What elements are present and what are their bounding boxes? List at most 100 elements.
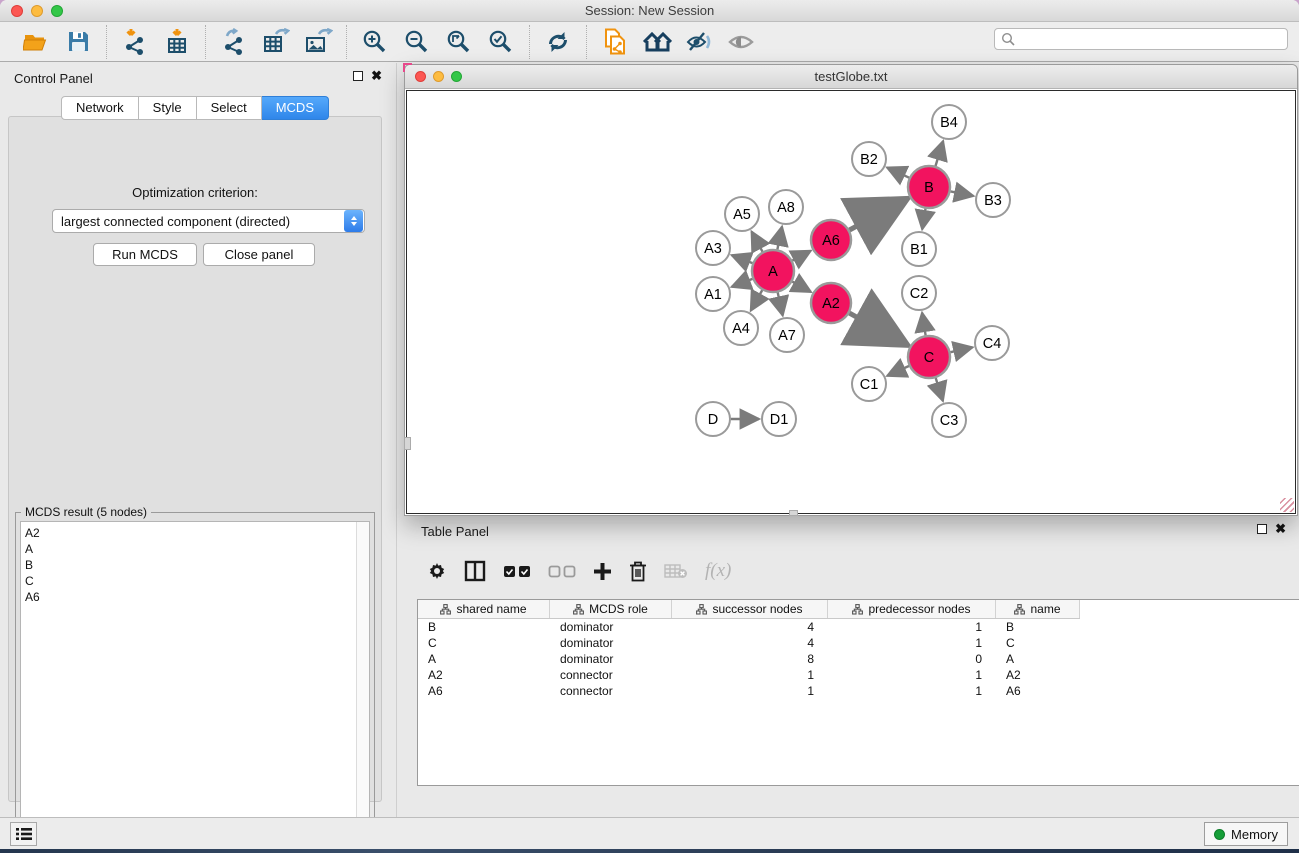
table-row[interactable]: Cdominator41C [418, 635, 1299, 651]
edge-A-A6[interactable] [792, 251, 810, 261]
table-row[interactable]: A2connector11A2 [418, 667, 1299, 683]
edge-C-C4[interactable] [951, 347, 973, 352]
table-row[interactable]: Adominator80A [418, 651, 1299, 667]
network-node-B3[interactable]: B3 [976, 183, 1010, 217]
edge-B-B2[interactable] [887, 168, 909, 178]
node-table[interactable]: shared nameMCDS rolesuccessor nodesprede… [417, 599, 1299, 786]
canvas-vscroll-thumb[interactable] [404, 437, 411, 450]
network-node-C3[interactable]: C3 [932, 403, 966, 437]
column-header-name[interactable]: name [996, 600, 1080, 618]
network-node-A1[interactable]: A1 [696, 277, 730, 311]
search-input[interactable] [1015, 32, 1287, 46]
search-box[interactable] [994, 28, 1288, 50]
column-header-successor-nodes[interactable]: successor nodes [672, 600, 828, 618]
network-node-C[interactable]: C [908, 336, 950, 378]
zoom-in-icon[interactable] [359, 27, 391, 57]
edge-A-A8[interactable] [777, 227, 782, 250]
show-columns-icon[interactable] [464, 560, 486, 582]
export-image-icon[interactable] [302, 27, 334, 57]
network-window-titlebar[interactable]: testGlobe.txt [405, 65, 1297, 89]
close-panel-button[interactable]: Close panel [203, 243, 315, 266]
hide-eye-icon[interactable] [683, 27, 715, 57]
canvas-hscroll-thumb[interactable] [789, 510, 798, 516]
edge-A6-B[interactable] [850, 199, 908, 230]
network-node-A7[interactable]: A7 [770, 318, 804, 352]
edge-A-A5[interactable] [752, 232, 763, 252]
mcds-result-item[interactable]: A [25, 541, 356, 557]
close-panel-icon[interactable]: ✖ [371, 70, 382, 81]
column-header-predecessor-nodes[interactable]: predecessor nodes [828, 600, 996, 618]
criterion-dropdown[interactable]: largest connected component (directed) [52, 209, 365, 233]
select-all-icon[interactable] [503, 565, 531, 578]
tab-select[interactable]: Select [197, 96, 262, 120]
network-node-B1[interactable]: B1 [902, 232, 936, 266]
home-icon[interactable] [641, 27, 673, 57]
deselect-all-icon[interactable] [548, 565, 576, 578]
window-resize-grip[interactable] [1280, 498, 1294, 512]
edge-A-A4[interactable] [751, 290, 762, 310]
panel-splitter[interactable] [396, 63, 397, 817]
export-table-icon[interactable] [260, 27, 292, 57]
apply-layout-icon[interactable] [542, 27, 574, 57]
network-canvas[interactable]: B4 B2 B B3 A5 A8A6 A3 B1 A A1 C2 A2 A4 A7 C C4 C1 D D1 C3 [406, 90, 1296, 514]
network-files-icon[interactable] [599, 27, 631, 57]
network-node-A3[interactable]: A3 [696, 231, 730, 265]
mcds-result-item[interactable]: B [25, 557, 356, 573]
network-node-A8[interactable]: A8 [769, 190, 803, 224]
network-node-D1[interactable]: D1 [762, 402, 796, 436]
edge-B-B3[interactable] [951, 191, 974, 196]
edge-C-C3[interactable] [936, 378, 943, 401]
save-session-icon[interactable] [62, 27, 94, 57]
table-settings-icon[interactable] [427, 561, 447, 581]
network-node-A[interactable]: A [752, 250, 794, 292]
delete-column-icon[interactable] [629, 561, 647, 582]
edge-B-B1[interactable] [922, 209, 925, 230]
network-node-B[interactable]: B [908, 166, 950, 208]
edge-A-A7[interactable] [778, 293, 783, 316]
tab-style[interactable]: Style [139, 96, 197, 120]
mcds-result-item[interactable]: A6 [25, 589, 356, 605]
result-list-scrollbar[interactable] [356, 522, 369, 846]
close-table-panel-icon[interactable]: ✖ [1275, 523, 1286, 534]
float-table-panel-icon[interactable] [1257, 524, 1267, 534]
delete-table-icon[interactable] [664, 563, 688, 579]
memory-button[interactable]: Memory [1204, 822, 1288, 846]
network-node-A2[interactable]: A2 [811, 283, 851, 323]
task-history-button[interactable] [10, 822, 37, 846]
network-node-A4[interactable]: A4 [724, 311, 758, 345]
network-node-B4[interactable]: B4 [932, 105, 966, 139]
mcds-result-item[interactable]: C [25, 573, 356, 589]
edge-A-A1[interactable] [732, 279, 753, 287]
zoom-selected-icon[interactable] [485, 27, 517, 57]
zoom-out-icon[interactable] [401, 27, 433, 57]
open-folder-icon[interactable] [20, 27, 52, 57]
show-eye-icon[interactable] [725, 27, 757, 57]
mcds-result-item[interactable]: A2 [25, 525, 356, 541]
network-node-A5[interactable]: A5 [725, 197, 759, 231]
float-panel-icon[interactable] [353, 71, 363, 81]
edge-A2-C[interactable] [849, 313, 907, 345]
run-mcds-button[interactable]: Run MCDS [93, 243, 197, 266]
edge-A-A3[interactable] [732, 255, 753, 263]
edge-A-A2[interactable] [792, 282, 811, 292]
edge-C-C2[interactable] [922, 313, 926, 336]
network-node-C4[interactable]: C4 [975, 326, 1009, 360]
tab-mcds[interactable]: MCDS [262, 96, 329, 120]
function-builder-icon[interactable]: f(x) [705, 560, 731, 582]
network-node-A6[interactable]: A6 [811, 220, 851, 260]
network-node-D[interactable]: D [696, 402, 730, 436]
column-header-MCDS-role[interactable]: MCDS role [550, 600, 672, 618]
zoom-fit-icon[interactable] [443, 27, 475, 57]
table-row[interactable]: A6connector11A6 [418, 683, 1299, 699]
network-node-C1[interactable]: C1 [852, 367, 886, 401]
export-network-icon[interactable] [218, 27, 250, 57]
column-header-shared-name[interactable]: shared name [418, 600, 550, 618]
network-node-B2[interactable]: B2 [852, 142, 886, 176]
network-node-C2[interactable]: C2 [902, 276, 936, 310]
edge-C-C1[interactable] [887, 366, 909, 376]
add-column-icon[interactable] [593, 562, 612, 581]
import-network-icon[interactable] [119, 27, 151, 57]
tab-network[interactable]: Network [61, 96, 139, 120]
import-table-icon[interactable] [161, 27, 193, 57]
edge-B-B4[interactable] [936, 141, 944, 166]
